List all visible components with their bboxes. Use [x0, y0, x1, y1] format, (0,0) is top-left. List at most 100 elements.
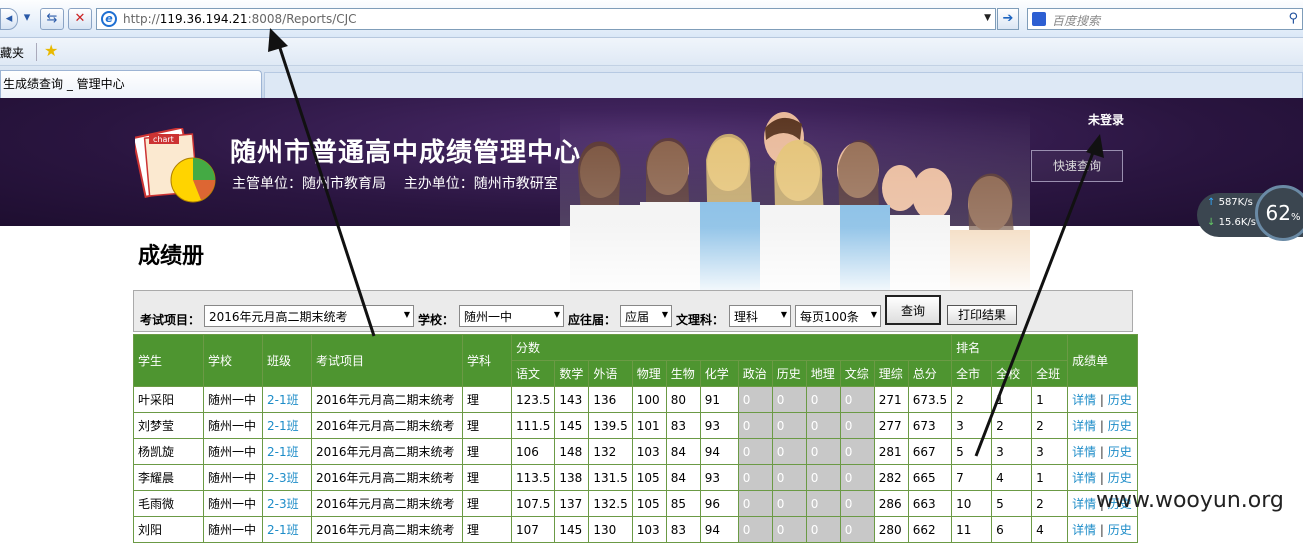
- history-link[interactable]: 历史: [1108, 393, 1132, 407]
- class-link[interactable]: 2-1班: [262, 438, 312, 465]
- page-size-select[interactable]: 每页100条 ▼: [795, 305, 881, 327]
- print-button[interactable]: 打印结果: [947, 305, 1017, 325]
- col-subject: 学科: [462, 334, 512, 387]
- col-rank-0: 全市: [951, 360, 993, 387]
- login-status[interactable]: 未登录: [1088, 111, 1124, 128]
- score-cell: 80: [665, 386, 701, 413]
- detail-link[interactable]: 详情: [1072, 523, 1096, 537]
- detail-link[interactable]: 详情: [1072, 393, 1096, 407]
- detail-link[interactable]: 详情: [1072, 497, 1096, 511]
- track-label: 文理科：: [676, 313, 725, 327]
- chevron-down-icon: ▼: [403, 310, 410, 319]
- score-cell: 132.5: [588, 490, 633, 517]
- student-name-cell: 毛雨微: [133, 490, 204, 517]
- refresh-button[interactable]: ⇆: [40, 8, 64, 30]
- address-dropdown-icon[interactable]: ▼: [984, 13, 991, 23]
- history-link[interactable]: 历史: [1108, 445, 1132, 459]
- class-link[interactable]: 2-1班: [262, 412, 312, 439]
- search-placeholder: 百度搜索: [1052, 14, 1101, 28]
- score-cell: 93: [699, 412, 739, 439]
- exam-label: 考试项目：: [140, 313, 201, 327]
- score-cell: 0: [771, 438, 807, 465]
- students-photo: [560, 110, 1030, 290]
- favorites-label[interactable]: 藏夹: [0, 44, 24, 61]
- search-input[interactable]: 百度搜索 ⚲: [1027, 8, 1303, 30]
- report-links-cell: 详情 | 历史: [1067, 464, 1139, 491]
- tab-current[interactable]: 生成绩查询 _ 管理中心: [0, 70, 262, 98]
- subject-cell: 理: [462, 412, 512, 439]
- url-text: http://119.36.194.21:8008/Reports/CJC: [123, 12, 357, 26]
- search-icon[interactable]: ⚲: [1288, 11, 1298, 26]
- grad-select-value: 应届: [625, 310, 650, 324]
- grad-label: 应往届：: [568, 313, 617, 327]
- col-score-4: 生物: [665, 360, 701, 387]
- download-unit: K/s: [1240, 217, 1256, 228]
- score-cell: 136: [588, 386, 633, 413]
- school-label: 学校：: [418, 313, 455, 327]
- score-cell: 0: [737, 490, 773, 517]
- col-score-10: 理综: [873, 360, 909, 387]
- col-score-0: 语文: [510, 360, 556, 387]
- quick-query-button[interactable]: 快速查询: [1031, 150, 1123, 182]
- score-cell: 0: [737, 464, 773, 491]
- grad-select[interactable]: 应届 ▼: [620, 305, 672, 327]
- address-input[interactable]: e http://119.36.194.21:8008/Reports/CJC …: [96, 8, 996, 30]
- score-cell: 277: [873, 412, 909, 439]
- subject-cell: 理: [462, 464, 512, 491]
- score-cell: 96: [699, 490, 739, 517]
- rank-cell: 3: [1031, 438, 1069, 465]
- student-name-cell: 杨凯旋: [133, 438, 204, 465]
- school-select-value: 随州一中: [464, 310, 513, 324]
- tab-title: 生成绩查询 _ 管理中心: [3, 77, 125, 91]
- class-link[interactable]: 2-3班: [262, 464, 312, 491]
- cpu-percent: 62: [1265, 201, 1291, 225]
- exam-cell: 2016年元月高二期末统考: [311, 386, 463, 413]
- watermark: www.wooyun.org: [1096, 488, 1284, 513]
- detail-link[interactable]: 详情: [1072, 445, 1096, 459]
- stop-button[interactable]: ✕: [68, 8, 92, 30]
- new-tab-button[interactable]: [264, 72, 1303, 98]
- detail-link[interactable]: 详情: [1072, 471, 1096, 485]
- score-cell: 132: [588, 438, 633, 465]
- track-select[interactable]: 理科 ▼: [729, 305, 791, 327]
- history-link[interactable]: 历史: [1108, 471, 1132, 485]
- score-cell: 148: [554, 438, 590, 465]
- upload-arrow-icon: ↑: [1207, 197, 1216, 208]
- chevron-down-icon: ▼: [661, 310, 668, 319]
- col-exam: 考试项目: [311, 334, 463, 387]
- col-score-3: 物理: [631, 360, 667, 387]
- link-separator: |: [1096, 523, 1108, 537]
- rank-cell: 2: [1031, 412, 1069, 439]
- score-cell: 131.5: [588, 464, 633, 491]
- history-link[interactable]: 历史: [1108, 419, 1132, 433]
- history-dropdown-icon[interactable]: ▾: [20, 8, 34, 30]
- class-link[interactable]: 2-3班: [262, 490, 312, 517]
- rank-cell: 2: [991, 412, 1033, 439]
- detail-link[interactable]: 详情: [1072, 419, 1096, 433]
- col-score-9: 文综: [839, 360, 875, 387]
- exam-cell: 2016年元月高二期末统考: [311, 464, 463, 491]
- col-report: 成绩单: [1067, 334, 1139, 387]
- score-cell: 111.5: [510, 412, 556, 439]
- score-cell: 145: [554, 412, 590, 439]
- score-cell: 83: [665, 412, 701, 439]
- school-select[interactable]: 随州一中 ▼: [459, 305, 564, 327]
- baidu-icon: [1032, 12, 1046, 26]
- report-links-cell: 详情 | 历史: [1067, 438, 1139, 465]
- history-link[interactable]: 历史: [1108, 523, 1132, 537]
- add-favorite-icon[interactable]: ★: [44, 41, 58, 60]
- school-cell: 随州一中: [203, 386, 263, 413]
- score-cell: 0: [771, 490, 807, 517]
- student-name-cell: 刘梦莹: [133, 412, 204, 439]
- class-link[interactable]: 2-1班: [262, 386, 312, 413]
- col-score-2: 外语: [588, 360, 633, 387]
- percent-sign: %: [1290, 212, 1301, 223]
- score-cell: 0: [805, 412, 841, 439]
- score-cell: 0: [737, 438, 773, 465]
- exam-select[interactable]: 2016年元月高二期末统考 ▼: [204, 305, 414, 327]
- ie-icon: e: [101, 11, 117, 27]
- results-table: 学生 学校 班级 考试项目 学科 分数 排名 成绩单 语文 数学 外语 物理 生物 化学政…: [133, 334, 1139, 543]
- back-button[interactable]: ◂: [0, 8, 18, 30]
- go-button[interactable]: ➔: [997, 8, 1019, 30]
- query-button[interactable]: 查询: [885, 295, 941, 325]
